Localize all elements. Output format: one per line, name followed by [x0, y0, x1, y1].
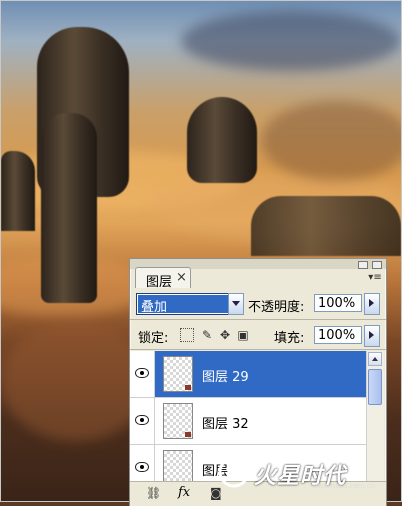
lock-image-pixels-icon[interactable]: ✎: [200, 328, 214, 342]
blend-mode-value: 叠加: [141, 300, 168, 315]
visibility-toggle[interactable]: [130, 351, 155, 397]
visibility-toggle[interactable]: [130, 398, 155, 444]
layer-thumbnail: [163, 450, 193, 481]
layer-style-button[interactable]: fx: [178, 485, 190, 500]
fill-label: 填充:: [274, 331, 305, 346]
eye-icon: [135, 462, 149, 472]
minimize-button[interactable]: [358, 261, 368, 269]
watermark: 火星时代 www.hxsd.com.cn: [216, 452, 396, 496]
eye-icon: [135, 415, 149, 425]
lock-row: 锁定: ✎ ✥ ▣ 填充: 100%: [130, 321, 386, 349]
chevron-down-icon: [232, 301, 240, 306]
fill-slider-button[interactable]: [364, 325, 380, 347]
divider: [130, 319, 386, 320]
tab-close-icon[interactable]: ×: [176, 270, 187, 285]
lock-all-icon[interactable]: ▣: [236, 328, 250, 342]
layer-name: 图层 32: [202, 417, 249, 432]
layer-row[interactable]: 图层 32: [130, 398, 366, 445]
tab-layers[interactable]: 图层 ×: [135, 267, 191, 290]
link-layers-icon[interactable]: ⛓: [146, 486, 161, 500]
tab-layers-label: 图层: [146, 275, 173, 290]
cloud-haze: [181, 11, 401, 71]
lock-transparent-pixels-icon[interactable]: [180, 328, 194, 342]
blend-opacity-row: 叠加 不透明度: 100%: [130, 289, 386, 319]
divider: [130, 349, 386, 350]
triangle-right-icon: [369, 299, 374, 307]
scrollbar-thumb[interactable]: [368, 369, 382, 405]
close-panel-button[interactable]: [372, 261, 382, 269]
panel-menu-icon[interactable]: ▾≡: [368, 272, 382, 284]
lock-position-icon[interactable]: ✥: [218, 328, 232, 342]
triangle-right-icon: [369, 331, 374, 339]
opacity-slider-button[interactable]: [364, 293, 380, 315]
rock-pillar: [251, 196, 401, 256]
thumbnail-content: [185, 432, 191, 437]
blend-mode-dropdown-button[interactable]: [228, 293, 244, 315]
opacity-label: 不透明度:: [248, 300, 305, 315]
cloud-haze: [261, 101, 401, 181]
layer-thumbnail: [163, 403, 193, 439]
lock-label: 锁定:: [138, 331, 169, 346]
opacity-field[interactable]: 100%: [314, 294, 362, 312]
rock-pillar: [187, 97, 257, 183]
layer-name: 图层 29: [202, 370, 249, 385]
fill-field[interactable]: 100%: [314, 326, 362, 344]
rock-pillar: [41, 113, 97, 303]
layer-thumbnail: [163, 356, 193, 392]
scroll-up-button[interactable]: [368, 352, 382, 366]
layer-row[interactable]: 图层 29: [130, 351, 366, 398]
thumbnail-content: [185, 385, 191, 390]
watermark-logo: [218, 456, 250, 488]
rock-pillar: [1, 151, 35, 231]
eye-icon: [135, 368, 149, 378]
watermark-site: www.hxsd.com.cn: [312, 482, 376, 490]
blend-mode-select[interactable]: 叠加: [136, 293, 230, 315]
visibility-toggle[interactable]: [130, 445, 155, 481]
